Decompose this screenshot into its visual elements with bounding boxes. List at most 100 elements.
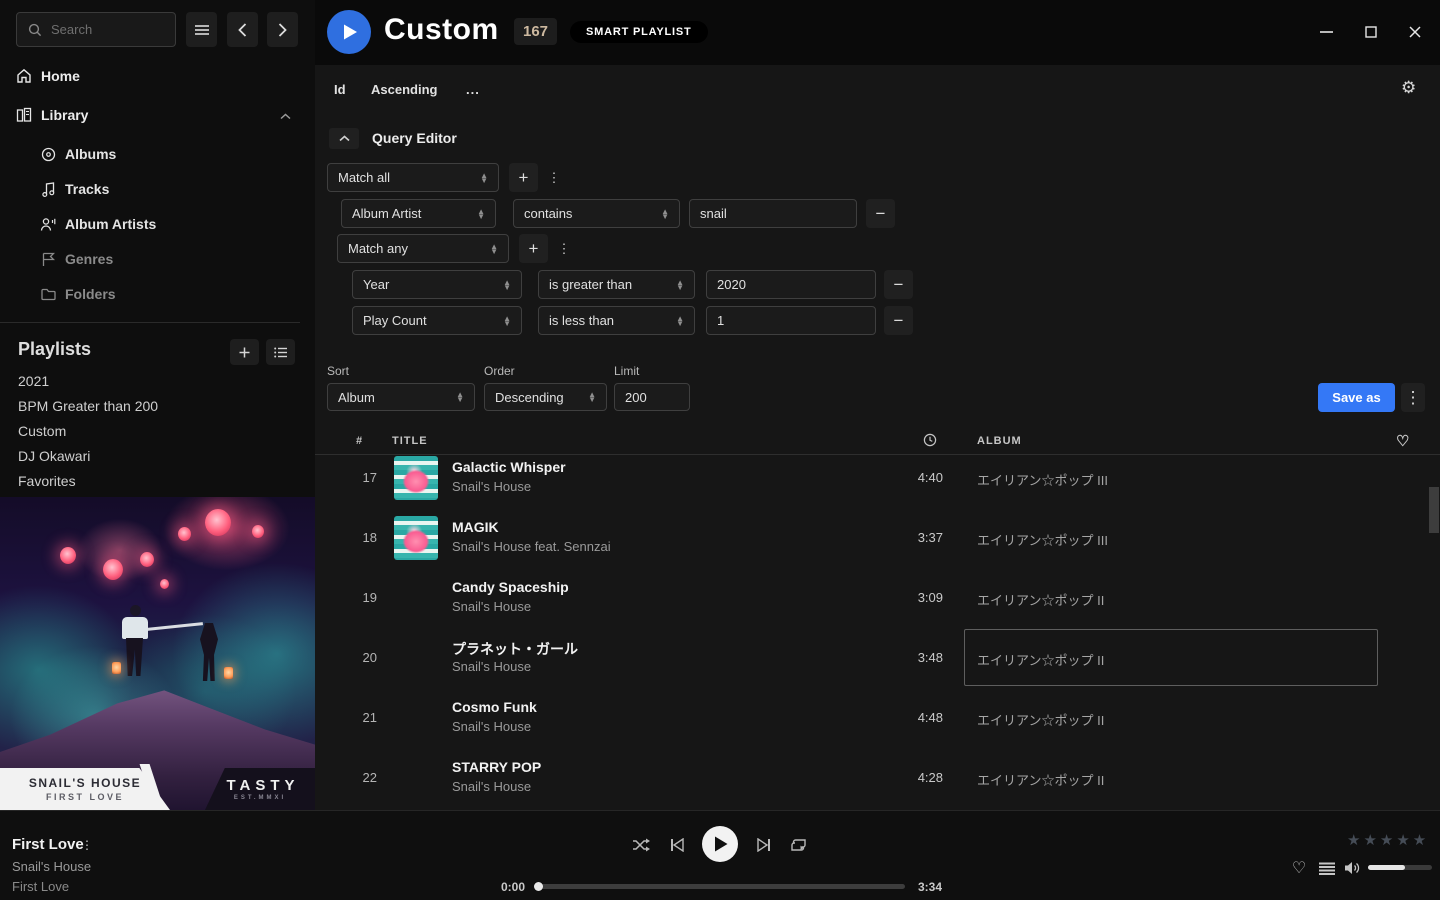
now-playing-album-art[interactable]: SNAIL'S HOUSE FIRST LOVE TASTY EST.MMXI <box>0 497 315 810</box>
playlist-item[interactable]: BPM Greater than 200 <box>18 398 158 414</box>
sort-order-chip[interactable]: Ascending <box>371 82 437 97</box>
volume-slider[interactable] <box>1368 865 1432 870</box>
group-menu-icon[interactable]: ⋮ <box>557 234 571 263</box>
save-as-button[interactable]: Save as <box>1318 383 1395 412</box>
now-playing-menu-icon[interactable]: ⋮ <box>81 838 93 852</box>
playlist-item[interactable]: DJ Okawari <box>18 448 90 464</box>
playlist-item[interactable]: Custom <box>18 423 66 439</box>
now-playing-title[interactable]: First Love <box>12 836 84 853</box>
chevron-up-icon[interactable] <box>280 107 291 123</box>
track-album-art[interactable] <box>394 696 438 740</box>
track-album[interactable]: エイリアン☆ポップ II <box>977 770 1104 789</box>
track-album[interactable]: エイリアン☆ポップ II <box>977 590 1104 609</box>
track-title[interactable]: STARRY POP <box>452 759 541 775</box>
track-album[interactable]: エイリアン☆ポップ III <box>977 470 1108 489</box>
sort-field-chip[interactable]: Id <box>334 82 346 97</box>
playlist-list-view-button[interactable] <box>266 339 295 365</box>
rule-value-input[interactable]: 1 <box>706 306 876 335</box>
rating-stars[interactable]: ★★★★★ <box>1347 831 1429 849</box>
search-input[interactable]: Search <box>16 12 176 47</box>
favorite-heart-icon[interactable]: ♡ <box>1290 859 1308 877</box>
col-index[interactable]: # <box>356 435 363 447</box>
match-type-select[interactable]: Match all ▲▼ <box>327 163 499 192</box>
track-title[interactable]: Cosmo Funk <box>452 699 537 715</box>
now-playing-album[interactable]: First Love <box>12 879 69 894</box>
remove-rule-button[interactable]: − <box>884 270 913 299</box>
track-row[interactable]: 18MAGIKSnail's House feat. Sennzai3:37エイ… <box>315 508 1440 568</box>
rule-operator-select[interactable]: is less than ▲▼ <box>538 306 695 335</box>
sidebar-item-home[interactable]: Home <box>0 61 315 91</box>
more-options-chip[interactable]: ... <box>466 82 480 97</box>
match-type-select[interactable]: Match any ▲▼ <box>337 234 509 263</box>
track-artist[interactable]: Snail's House <box>452 599 531 614</box>
col-title[interactable]: TITLE <box>392 435 428 447</box>
query-editor-collapse-button[interactable] <box>329 128 359 149</box>
next-button[interactable] <box>752 833 776 857</box>
sidebar-item-tracks[interactable]: Tracks <box>0 174 315 204</box>
nav-back-button[interactable] <box>227 12 258 47</box>
add-rule-button[interactable]: + <box>509 163 538 192</box>
scrollbar-thumb[interactable] <box>1429 487 1439 533</box>
track-album-art[interactable] <box>394 456 438 500</box>
add-rule-button[interactable]: + <box>519 234 548 263</box>
rule-field-select[interactable]: Year ▲▼ <box>352 270 522 299</box>
rule-field-select[interactable]: Play Count ▲▼ <box>352 306 522 335</box>
sort-select[interactable]: Album ▲▼ <box>327 383 475 411</box>
track-album-art[interactable] <box>394 516 438 560</box>
track-title[interactable]: Candy Spaceship <box>452 579 569 595</box>
track-album[interactable]: エイリアン☆ポップ III <box>977 530 1108 549</box>
window-close-button[interactable] <box>1401 22 1429 42</box>
repeat-button[interactable] <box>786 833 810 857</box>
track-row[interactable]: 17Galactic WhisperSnail's House4:40エイリアン… <box>315 456 1440 508</box>
play-pause-button[interactable] <box>702 826 738 862</box>
track-album-art[interactable] <box>394 756 438 800</box>
track-artist[interactable]: Snail's House <box>452 719 531 734</box>
play-playlist-button[interactable] <box>327 10 371 54</box>
seek-slider[interactable] <box>535 884 905 889</box>
playlist-item[interactable]: Favorites <box>18 473 76 489</box>
sidebar-item-genres[interactable]: Genres <box>0 244 315 274</box>
sidebar-item-album-artists[interactable]: Album Artists <box>0 209 315 239</box>
track-artist[interactable]: Snail's House <box>452 779 531 794</box>
window-minimize-button[interactable] <box>1312 22 1340 42</box>
rule-field-select[interactable]: Album Artist ▲▼ <box>341 199 496 228</box>
rule-operator-select[interactable]: is greater than ▲▼ <box>538 270 695 299</box>
seek-knob[interactable] <box>534 882 543 891</box>
track-title[interactable]: MAGIK <box>452 519 499 535</box>
previous-button[interactable] <box>665 833 689 857</box>
window-maximize-button[interactable] <box>1357 22 1385 42</box>
limit-input[interactable]: 200 <box>614 383 690 411</box>
menu-button[interactable] <box>186 12 217 47</box>
track-row[interactable]: 21Cosmo FunkSnail's House4:48エイリアン☆ポップ I… <box>315 688 1440 748</box>
group-menu-icon[interactable]: ⋮ <box>547 163 561 192</box>
track-album-art[interactable] <box>394 576 438 620</box>
track-artist[interactable]: Snail's House <box>452 479 531 494</box>
sidebar-item-albums[interactable]: Albums <box>0 139 315 169</box>
track-artist[interactable]: Snail's House feat. Sennzai <box>452 539 611 554</box>
remove-rule-button[interactable]: − <box>884 306 913 335</box>
duration-clock-icon[interactable] <box>923 433 937 450</box>
rule-value-input[interactable]: 2020 <box>706 270 876 299</box>
favorite-heart-icon[interactable]: ♡ <box>1396 432 1409 450</box>
track-row[interactable]: 20プラネット・ガールSnail's House3:48エイリアン☆ポップ II <box>315 628 1440 688</box>
settings-gear-icon[interactable]: ⚙ <box>1401 78 1416 98</box>
create-playlist-button[interactable] <box>230 339 259 365</box>
col-album[interactable]: ALBUM <box>977 435 1022 447</box>
sidebar-item-library[interactable]: Library <box>0 100 315 130</box>
track-title[interactable]: Galactic Whisper <box>452 459 566 475</box>
volume-icon[interactable] <box>1344 859 1362 877</box>
queue-icon[interactable] <box>1318 859 1336 877</box>
track-title[interactable]: プラネット・ガール <box>452 639 578 659</box>
track-row[interactable]: 22STARRY POPSnail's House4:28エイリアン☆ポップ I… <box>315 748 1440 808</box>
remove-rule-button[interactable]: − <box>866 199 895 228</box>
track-album-art[interactable] <box>394 636 438 680</box>
shuffle-button[interactable] <box>629 833 653 857</box>
track-album[interactable]: エイリアン☆ポップ II <box>977 710 1104 729</box>
order-select[interactable]: Descending ▲▼ <box>484 383 607 411</box>
track-row[interactable]: 19Candy SpaceshipSnail's House3:09エイリアン☆… <box>315 568 1440 628</box>
nav-forward-button[interactable] <box>267 12 298 47</box>
query-menu-button[interactable]: ⋮ <box>1401 383 1425 412</box>
track-artist[interactable]: Snail's House <box>452 659 531 674</box>
rule-operator-select[interactable]: contains ▲▼ <box>513 199 680 228</box>
sidebar-item-folders[interactable]: Folders <box>0 279 315 309</box>
